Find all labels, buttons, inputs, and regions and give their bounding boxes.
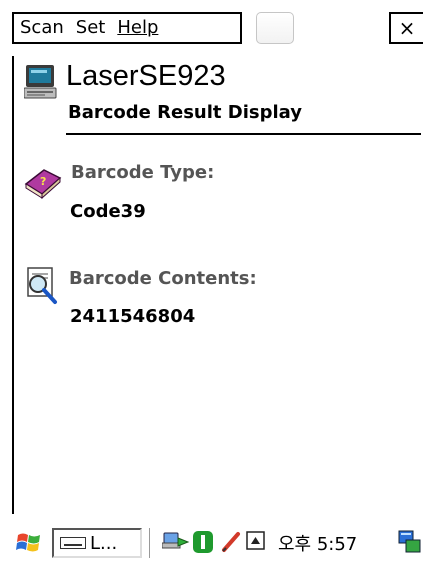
header-divider	[66, 133, 421, 135]
windows-flag-icon[interactable]	[16, 530, 42, 556]
menu-scan[interactable]: Scan	[14, 14, 76, 42]
barcode-contents-value: 2411546804	[70, 306, 196, 327]
menu-group: Scan Set Help	[12, 12, 242, 44]
menu-help-label: Help	[117, 17, 159, 38]
blank-toolbar-button[interactable]	[256, 12, 294, 44]
close-button[interactable]: ×	[389, 12, 423, 44]
barcode-type-value: Code39	[70, 201, 146, 222]
menu-help[interactable]: Help	[117, 14, 170, 42]
taskbar: L... 오후 5:57	[0, 514, 423, 562]
barcode-contents-label: Barcode Contents:	[69, 268, 257, 289]
computer-device-icon	[24, 65, 57, 99]
menu-bar: Scan Set Help ×	[0, 0, 423, 48]
keyboard-icon	[60, 537, 86, 549]
app-name: LaserSE923	[66, 60, 226, 92]
input-pen-icon[interactable]	[220, 530, 242, 554]
taskbar-clock[interactable]: 오후 5:57	[278, 530, 357, 556]
input-panel-arrow-icon[interactable]	[246, 530, 266, 552]
tray-app-icon[interactable]	[398, 530, 422, 556]
magnifier-document-icon	[27, 267, 57, 304]
result-panel: LaserSE923 Barcode Result Display ? Barc…	[12, 56, 423, 514]
help-book-icon: ?	[24, 169, 62, 200]
taskbar-app-label: L...	[90, 532, 118, 554]
network-connection-icon[interactable]	[162, 530, 190, 554]
barcode-type-label: Barcode Type:	[71, 162, 215, 183]
taskbar-app-button[interactable]: L...	[52, 528, 142, 558]
app-subtitle: Barcode Result Display	[68, 102, 302, 123]
svg-text:?: ?	[40, 175, 46, 188]
menu-set[interactable]: Set	[76, 14, 118, 42]
battery-status-icon[interactable]	[192, 530, 214, 554]
taskbar-separator	[149, 528, 153, 558]
